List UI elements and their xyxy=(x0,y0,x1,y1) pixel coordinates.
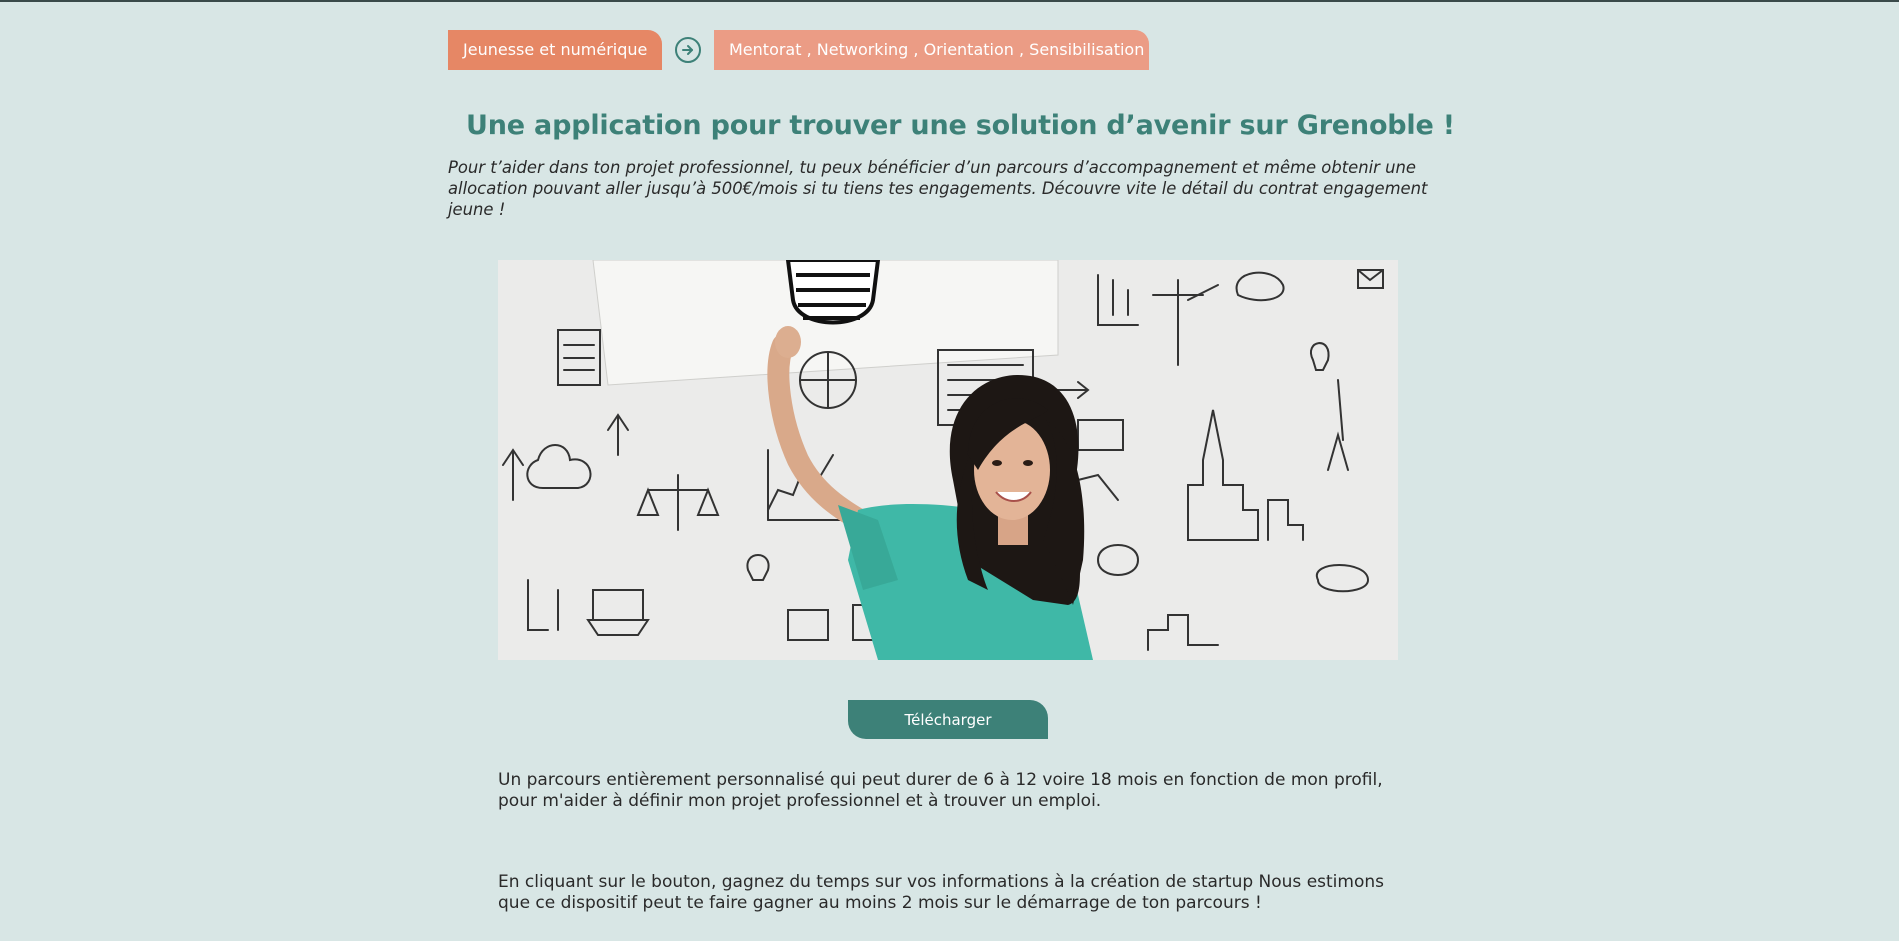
tag-categories[interactable]: Mentorat , Networking , Orientation , Se… xyxy=(714,30,1149,70)
hero-image xyxy=(498,260,1398,660)
arrow-right-circle-icon xyxy=(675,37,701,63)
intro-text: Pour t’aider dans ton projet professionn… xyxy=(448,158,1428,219)
page-title: Une application pour trouver une solutio… xyxy=(466,110,1455,141)
download-button[interactable]: Télécharger xyxy=(848,700,1048,739)
breadcrumb: Jeunesse et numérique Mentorat , Network… xyxy=(448,30,1149,70)
description-paragraph-2: En cliquant sur le bouton, gagnez du tem… xyxy=(498,872,1384,913)
tag-jeunesse-numerique[interactable]: Jeunesse et numérique xyxy=(448,30,662,70)
description-paragraph-1: Un parcours entièrement personnalisé qui… xyxy=(498,770,1383,811)
